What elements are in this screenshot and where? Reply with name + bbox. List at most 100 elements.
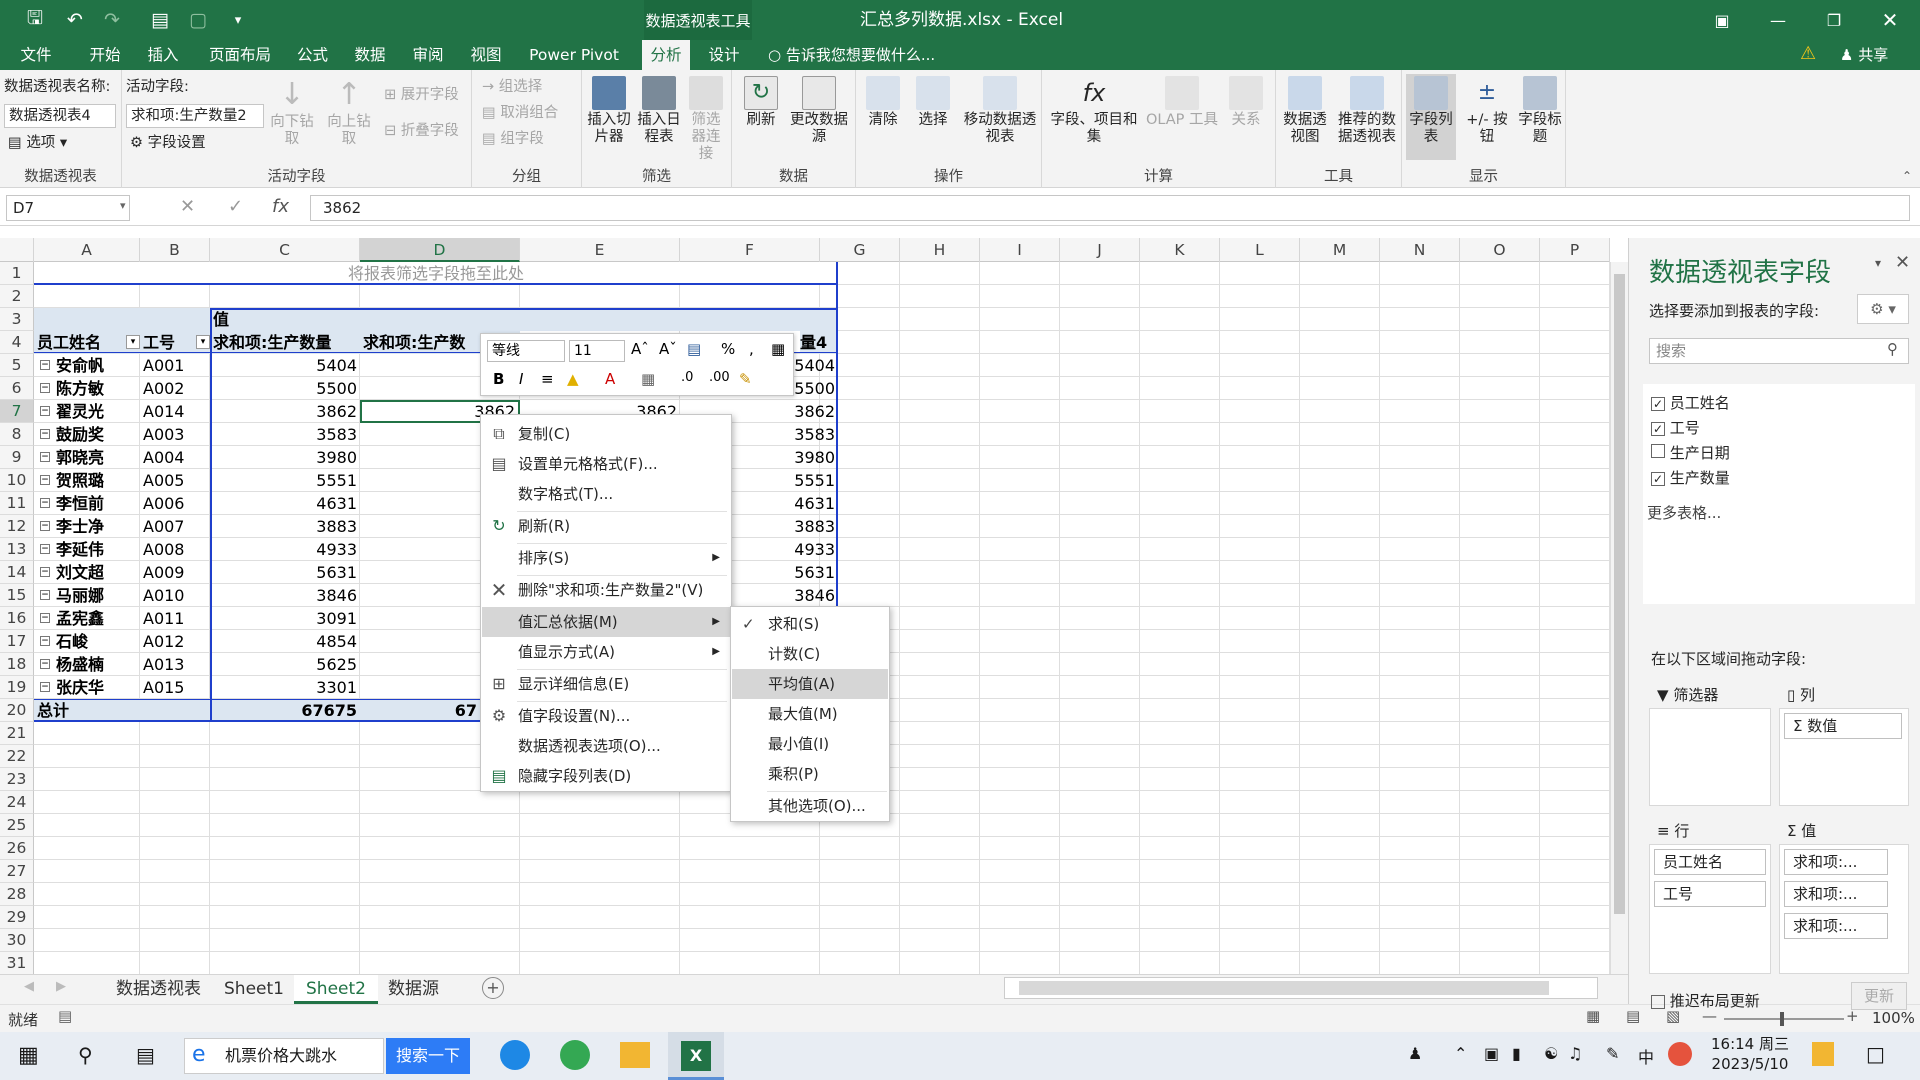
row-header[interactable]: 2	[0, 285, 34, 308]
clock[interactable]: 16:14 周三 2023/5/10	[1700, 1034, 1800, 1074]
font-color-icon[interactable]: A	[605, 370, 615, 388]
row-header[interactable]: 1	[0, 262, 34, 285]
pivot-values-header[interactable]: 值	[210, 308, 838, 331]
pt-name-input[interactable]: 数据透视表4	[4, 104, 116, 128]
borders-icon[interactable]: ▦	[641, 370, 655, 388]
more-tables-link[interactable]: 更多表格...	[1647, 502, 1721, 523]
zoom-level[interactable]: 100%	[1872, 1009, 1915, 1027]
ime-icon[interactable]: 中	[1638, 1044, 1654, 1068]
pane-options-dropdown-icon[interactable]: ▾	[1875, 256, 1881, 270]
formula-input[interactable]: 3862	[310, 195, 1910, 221]
tray-chevron-icon[interactable]: ⌃	[1454, 1044, 1467, 1063]
values-zone[interactable]: 求和项:... 求和项:... 求和项:...	[1779, 844, 1909, 974]
employee-name-cell[interactable]: − 马丽娜	[34, 584, 140, 607]
column-header[interactable]: D	[360, 238, 520, 262]
row-header[interactable]: 6	[0, 377, 34, 400]
font-size-box[interactable]: 11	[569, 340, 625, 362]
sum-quantity-cell[interactable]: 3980	[210, 446, 360, 469]
menu-show-values-as[interactable]: 值显示方式(A) ▶	[482, 637, 730, 667]
bold-icon[interactable]: B	[493, 370, 504, 388]
grand-total-band[interactable]	[140, 699, 210, 722]
grow-font-icon[interactable]: Aˆ	[631, 340, 649, 358]
namebox-dropdown-icon[interactable]: ▾	[120, 199, 126, 212]
expand-field-button[interactable]: ⊞ 展开字段	[384, 84, 459, 106]
employee-id-cell[interactable]: A013	[140, 653, 210, 676]
vertical-scroll-thumb[interactable]	[1614, 274, 1625, 914]
collapse-minus-icon[interactable]: −	[40, 406, 50, 416]
employee-id-cell[interactable]: A009	[140, 561, 210, 584]
row-header[interactable]: 22	[0, 745, 34, 768]
column-header[interactable]: B	[140, 238, 210, 262]
field-item[interactable]: 生产日期	[1651, 442, 1730, 463]
menu-remove-field[interactable]: ✕ 删除"求和项:生产数量2"(V)	[482, 575, 730, 605]
pane-close-icon[interactable]: ✕	[1895, 252, 1910, 273]
tray-s-icon[interactable]	[1668, 1042, 1692, 1066]
collapse-minus-icon[interactable]: −	[40, 613, 50, 623]
file-explorer-icon[interactable]	[620, 1042, 650, 1068]
menu-show-details[interactable]: ⊞ 显示详细信息(E)	[482, 669, 730, 699]
submenu-min[interactable]: 最小值(I)	[732, 729, 888, 759]
sheet-tab-active[interactable]: Sheet2	[294, 975, 378, 1004]
employee-id-cell[interactable]: A005	[140, 469, 210, 492]
column-header[interactable]: G	[820, 238, 900, 262]
pivot-chart-button[interactable]: 数据透视图	[1280, 76, 1330, 146]
sheet-tab[interactable]: 数据源	[376, 975, 451, 1004]
field-headers-button[interactable]: 字段标题	[1516, 76, 1564, 146]
column-header[interactable]: L	[1220, 238, 1300, 262]
close-icon[interactable]: ✕	[1862, 0, 1918, 40]
filter-connections-button[interactable]: 筛选器连接	[686, 76, 726, 163]
row-header[interactable]: 21	[0, 722, 34, 745]
collapse-minus-icon[interactable]: −	[40, 659, 50, 669]
menu-pivot-options[interactable]: 数据透视表选项(O)...	[482, 731, 730, 761]
tab-data[interactable]: 数据	[346, 40, 394, 70]
employee-id-cell[interactable]: A001	[140, 354, 210, 377]
redo-icon[interactable]: ↷	[100, 0, 124, 40]
scroll-right-icon[interactable]: ▶	[56, 979, 66, 994]
submenu-sum[interactable]: ✓ 求和(S)	[732, 609, 888, 639]
row-header[interactable]: 14	[0, 561, 34, 584]
tab-analyze[interactable]: 分析	[642, 40, 690, 70]
excel-taskbar-button[interactable]: X	[668, 1032, 724, 1080]
field-settings-button[interactable]: ⚙ 字段设置	[130, 132, 206, 154]
value-pill[interactable]: 求和项:...	[1784, 881, 1888, 907]
grand-total-label[interactable]: 总计	[34, 699, 140, 722]
cancel-formula-icon[interactable]: ✕	[180, 196, 195, 217]
row-header[interactable]: 16	[0, 607, 34, 630]
wifi-icon[interactable]: ☯	[1544, 1044, 1558, 1063]
edge-icon[interactable]	[500, 1040, 530, 1070]
employee-name-cell[interactable]: − 鼓励奖	[34, 423, 140, 446]
menu-number-format[interactable]: 数字格式(T)...	[482, 479, 730, 509]
sum-quantity4-cell[interactable]: 4631	[760, 492, 838, 515]
share-button[interactable]: ♟ 共享	[1840, 40, 1888, 70]
row-header[interactable]: 18	[0, 653, 34, 676]
sum-quantity4-cell[interactable]: 5551	[760, 469, 838, 492]
select-all-corner[interactable]	[0, 238, 34, 262]
collapse-minus-icon[interactable]: −	[40, 544, 50, 554]
options-button[interactable]: ▤ 选项 ▾	[8, 132, 67, 154]
rows-zone[interactable]: 员工姓名 工号	[1649, 844, 1771, 974]
column-header[interactable]: O	[1460, 238, 1540, 262]
collapse-minus-icon[interactable]: −	[40, 429, 50, 439]
sum-quantity-cell[interactable]: 3862	[210, 400, 360, 423]
insert-timeline-button[interactable]: 插入日程表	[636, 76, 682, 146]
column-header[interactable]: J	[1060, 238, 1140, 262]
tab-insert[interactable]: 插入	[138, 40, 188, 70]
employee-id-cell[interactable]: A002	[140, 377, 210, 400]
tab-review[interactable]: 审阅	[404, 40, 452, 70]
percent-icon[interactable]: %	[721, 340, 735, 358]
pivot-filter-dropzone[interactable]: 将报表筛选字段拖至此处	[34, 262, 838, 285]
employee-name-cell[interactable]: − 郭晓亮	[34, 446, 140, 469]
menu-value-field-settings[interactable]: ⚙ 值字段设置(N)...	[482, 701, 730, 731]
collapse-minus-icon[interactable]: −	[40, 360, 50, 370]
employee-name-cell[interactable]: − 李士净	[34, 515, 140, 538]
employee-name-cell[interactable]: − 李延伟	[34, 538, 140, 561]
increase-decimal-icon[interactable]: .0	[681, 370, 693, 385]
sum-quantity-cell[interactable]: 4933	[210, 538, 360, 561]
sum-quantity4-cell[interactable]: 3583	[760, 423, 838, 446]
tab-view[interactable]: 视图	[462, 40, 510, 70]
field-list-button[interactable]: 字段列表	[1406, 74, 1456, 160]
row-header[interactable]: 8	[0, 423, 34, 446]
warning-icon[interactable]: ⚠	[1800, 44, 1820, 64]
row-header[interactable]: 15	[0, 584, 34, 607]
pivot-header-band[interactable]	[34, 308, 210, 331]
